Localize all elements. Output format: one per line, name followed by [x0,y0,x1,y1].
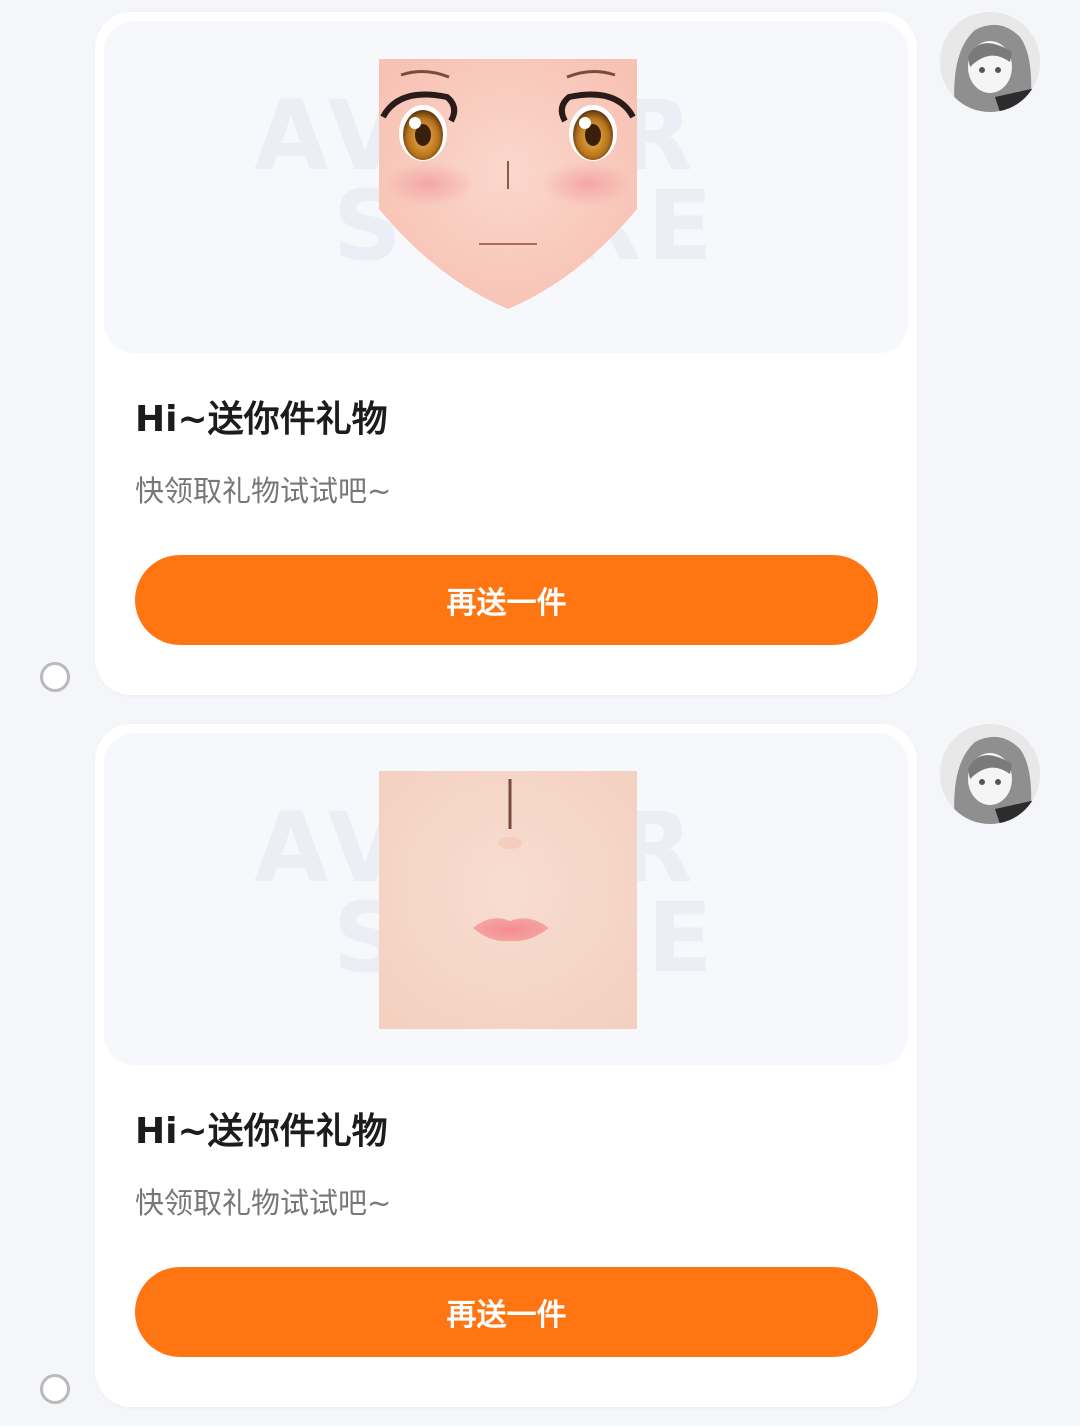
sender-avatar[interactable] [940,724,1040,824]
chat-page: AVATAR STORE [0,0,1080,1426]
gift-subtitle: 快领取礼物试试吧~ [135,474,392,508]
gift-subtitle: 快领取礼物试试吧~ [135,1186,392,1220]
gift-preview[interactable]: AVATAR STORE [104,21,908,353]
gift-card[interactable]: AVATAR STORE [95,724,917,1407]
send-another-button[interactable]: 再送一件 [135,1267,878,1357]
face-texture-image [379,59,637,317]
select-radio[interactable] [40,1374,70,1404]
gift-card[interactable]: AVATAR STORE [95,12,917,695]
sender-avatar[interactable] [940,12,1040,112]
send-another-button[interactable]: 再送一件 [135,555,878,645]
gift-title: Hi~送你件礼物 [135,399,388,440]
gift-preview[interactable]: AVATAR STORE [104,733,908,1065]
gift-title: Hi~送你件礼物 [135,1111,388,1152]
face-texture-image [379,771,637,1029]
select-radio[interactable] [40,662,70,692]
